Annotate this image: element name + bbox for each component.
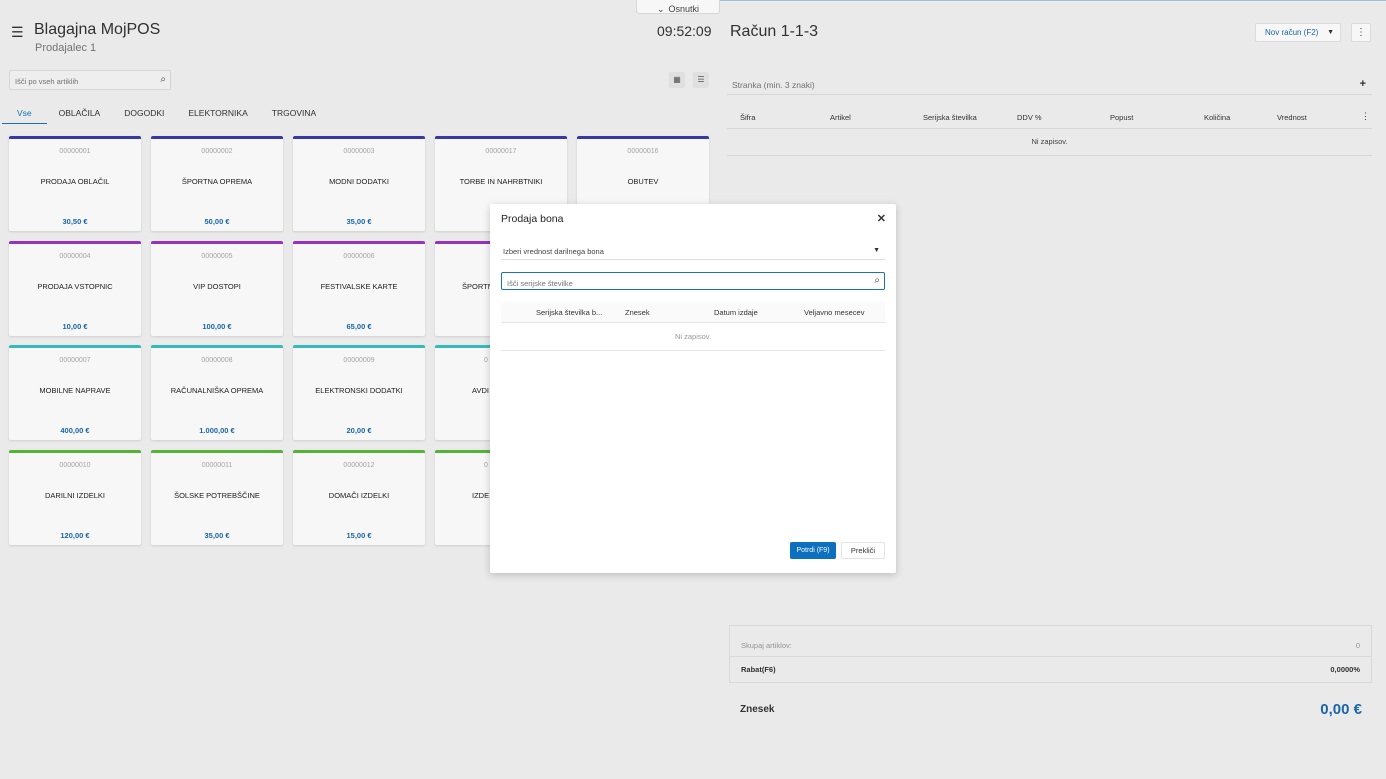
- dialog-title: Prodaja bona: [501, 213, 564, 225]
- serial-search-input[interactable]: [502, 275, 852, 292]
- caret-down-icon: ▼: [873, 247, 880, 254]
- voucher-table-header: Serijska številka b... Znesek Datum izda…: [501, 302, 885, 323]
- voucher-sale-dialog: Prodaja bona ✕ Izberi vrednost darilnega…: [490, 204, 896, 573]
- voucher-value-select[interactable]: Izberi vrednost darilnega bona ▼: [501, 242, 885, 260]
- confirm-button[interactable]: Potrdi (F9): [790, 542, 836, 559]
- voucher-value-label: Izberi vrednost darilnega bona: [503, 247, 604, 256]
- close-icon[interactable]: ✕: [877, 212, 886, 225]
- column-header: Veljavno mesecev: [804, 308, 865, 317]
- column-header: Znesek: [625, 308, 650, 317]
- voucher-table-body: [501, 351, 885, 518]
- voucher-table-empty: Ni zapisov.: [501, 323, 885, 351]
- voucher-table: Serijska številka b... Znesek Datum izda…: [501, 302, 885, 518]
- cancel-button[interactable]: Prekliči: [841, 542, 885, 559]
- serial-search[interactable]: ⌕: [501, 272, 885, 292]
- column-header: Datum izdaje: [714, 308, 758, 317]
- search-icon[interactable]: ⌕: [874, 275, 880, 286]
- column-header: Serijska številka b...: [536, 308, 603, 317]
